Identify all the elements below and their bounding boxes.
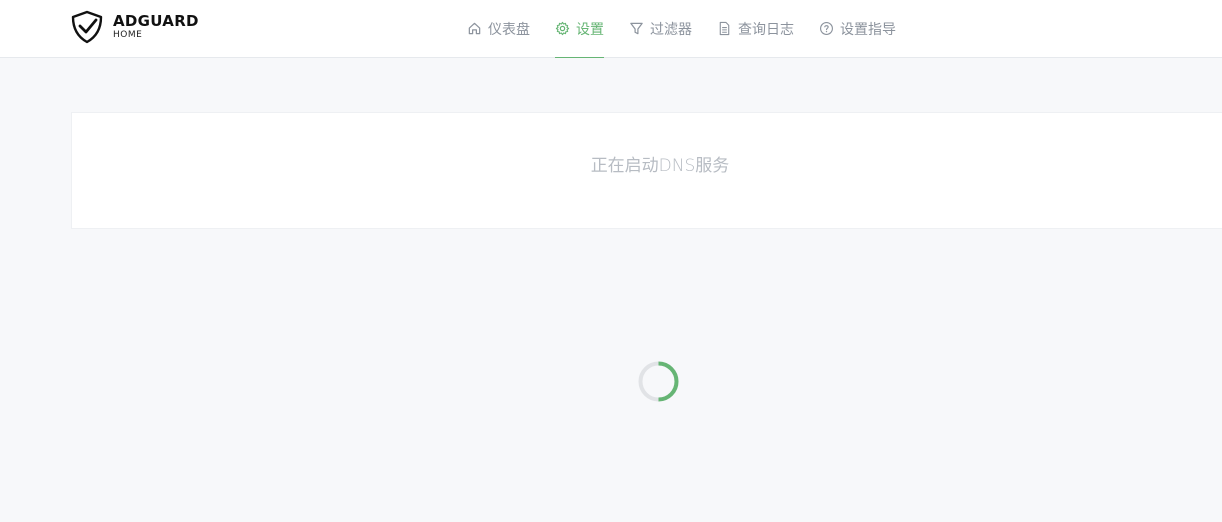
nav-item-query-log[interactable]: 查询日志 [717,0,794,57]
brand-name: ADGUARD [113,12,199,30]
gear-icon [555,21,570,36]
nav-label-settings: 设置 [576,21,604,38]
help-circle-icon [819,21,834,36]
nav-label-setup-guide: 设置指导 [840,21,896,38]
nav-item-settings[interactable]: 设置 [555,0,604,58]
status-message: 正在启动DNS服务 [590,156,730,176]
nav-item-dashboard[interactable]: 仪表盘 [467,0,530,57]
shield-check-icon [71,10,103,44]
filter-icon [629,21,644,36]
home-icon [467,21,482,36]
main-nav: 仪表盘 设置 过滤器 查询日志 设置指导 [467,0,921,58]
nav-item-filters[interactable]: 过滤器 [629,0,692,57]
adguard-logo[interactable]: ADGUARD HOME [70,10,199,44]
nav-label-dashboard: 仪表盘 [488,21,530,38]
top-header: ADGUARD HOME 仪表盘 设置 过滤器 查询日志 设置指导 [0,0,1222,58]
nav-item-setup-guide[interactable]: 设置指导 [819,0,896,57]
document-icon [717,21,732,36]
brand-subtitle: HOME [113,30,143,40]
nav-label-filters: 过滤器 [650,21,692,38]
logo-text: ADGUARD HOME [113,14,199,40]
status-card: 正在启动DNS服务 [71,112,1222,229]
nav-label-query-log: 查询日志 [738,21,794,38]
loading-spinner-icon [638,361,679,402]
